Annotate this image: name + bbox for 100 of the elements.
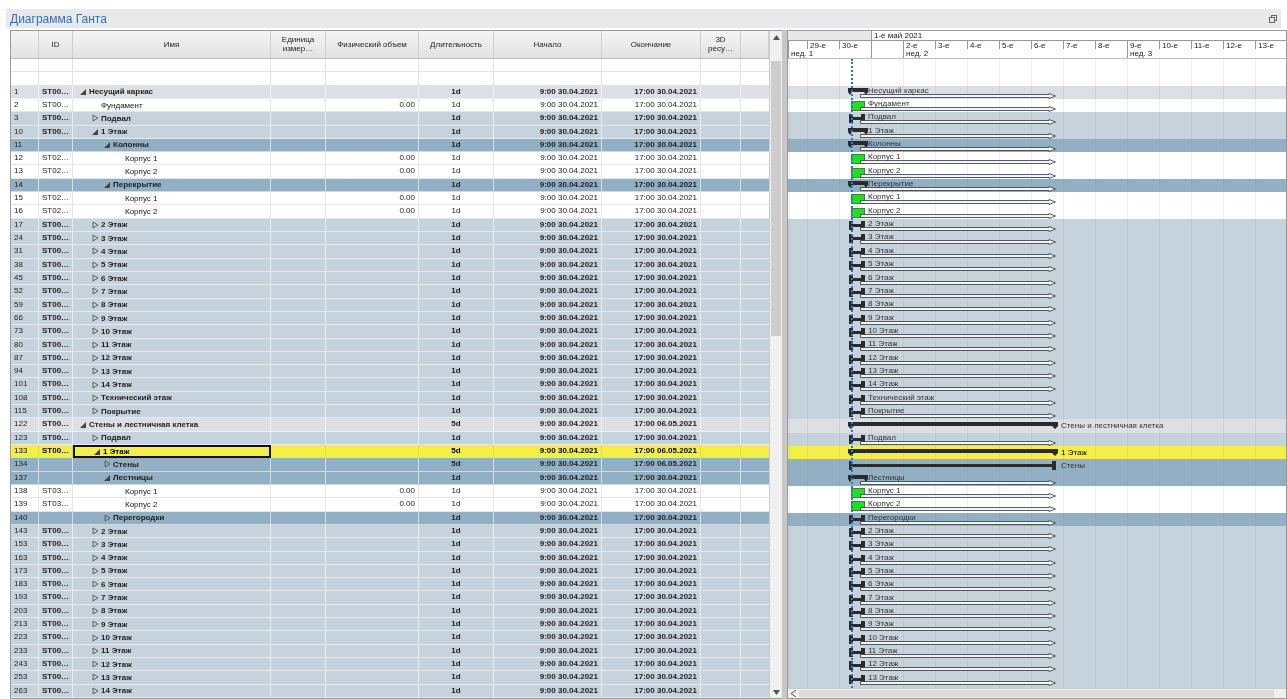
collapsed-triangle-icon[interactable] [91,686,99,695]
table-row[interactable]: 122 ST00… Стены и лестничная клетка 5d 9:00 30.04.2021 17:00 06.05.2021 [11,418,769,432]
collapsed-triangle-icon[interactable] [91,620,99,629]
task-name: 10 Этаж [101,326,132,336]
table-cell: 1d [419,524,494,538]
table-row[interactable]: 94 ST00… 13 Этаж 1d 9:00 30.04.2021 17:00 30.04.2021 [11,365,769,379]
column-header[interactable]: Начало [494,31,602,58]
summary-bar[interactable] [848,181,868,189]
collapsed-triangle-icon[interactable] [91,646,99,655]
table-row[interactable]: 15 ST02… Корпус 1 0.00 1d 9:00 30.04.2021 17:00 30.04.2021 [11,192,769,206]
summary-bar[interactable] [848,422,1058,430]
collapsed-triangle-icon[interactable] [91,540,99,549]
collapsed-triangle-icon[interactable] [91,593,99,602]
bar-label: 13 Этаж [868,365,899,375]
collapsed-triangle-icon[interactable] [91,274,99,283]
name-edit-box[interactable]: 1 Этаж [73,445,271,459]
table-row[interactable]: 3 ST00… Подвал 1d 9:00 30.04.2021 17:00 30.04.2021 [11,112,769,126]
summary-bar[interactable] [848,141,868,149]
collapsed-triangle-icon[interactable] [91,114,99,123]
column-header[interactable]: Окончание [602,31,701,58]
collapsed-triangle-icon[interactable] [91,433,99,442]
table-row[interactable]: 134 Стены 5d 9:00 30.04.2021 17:00 06.05.2021 [11,458,769,472]
summary-bar[interactable] [848,474,868,482]
summary-bar[interactable] [848,448,1058,456]
bar-label: Корпус 2 [868,205,901,215]
scrollbar-thumb[interactable] [771,61,781,336]
table-row[interactable]: 13 ST02… Корпус 2 0.00 1d 9:00 30.04.2021 17:00 30.04.2021 [11,165,769,179]
table-cell: 9:00 30.04.2021 [494,271,602,285]
table-row[interactable]: 223 ST00… 10 Этаж 1d 9:00 30.04.2021 17:00 30.04.2021 [11,631,769,645]
expanded-triangle-icon[interactable] [79,420,87,429]
column-header[interactable]: 3D ресу… [701,31,741,58]
column-header[interactable]: Единица измер… [271,31,326,58]
collapsed-triangle-icon[interactable] [91,606,99,615]
column-header[interactable]: Имя [73,31,271,58]
collapsed-triangle-icon[interactable] [91,566,99,575]
collapsed-triangle-icon[interactable] [103,513,111,522]
bar-label: 5 Этаж [868,566,894,576]
table-row[interactable]: 213 ST00… 9 Этаж 1d 9:00 30.04.2021 17:00 30.04.2021 [11,618,769,632]
task-name: 3 Этаж [101,233,128,243]
table-row[interactable]: 193 ST00… 7 Этаж 1d 9:00 30.04.2021 17:00 30.04.2021 [11,591,769,605]
collapsed-triangle-icon[interactable] [91,234,99,243]
table-row[interactable]: 16 ST02… Корпус 2 0.00 1d 9:00 30.04.2021 17:00 30.04.2021 [11,205,769,219]
table-row[interactable]: 101 ST00… 14 Этаж 1d 9:00 30.04.2021 17:00 30.04.2021 [11,378,769,392]
collapsed-triangle-icon[interactable] [91,633,99,642]
table-row[interactable]: 133 ST00… 1 Этаж 5d 9:00 30.04.2021 17:00 06.05.2021 [11,445,769,459]
expanded-triangle-icon[interactable] [79,87,87,96]
collapsed-triangle-icon[interactable] [91,673,99,682]
collapsed-triangle-icon[interactable] [91,314,99,323]
table-row[interactable]: 24 ST00… 3 Этаж 1d 9:00 30.04.2021 17:00 30.04.2021 [11,232,769,246]
collapsed-triangle-icon[interactable] [91,553,99,562]
table-cell: 17:00 30.04.2021 [602,152,701,165]
collapsed-triangle-icon[interactable] [91,407,99,416]
row-number: 87 [11,351,39,365]
table-row[interactable]: 12 ST02… Корпус 1 0.00 1d 9:00 30.04.2021 17:00 30.04.2021 [11,152,769,166]
row-number: 2 [11,98,39,112]
expanded-triangle-icon[interactable] [103,140,111,149]
bar-label: 7 Этаж [868,285,894,295]
table-row[interactable]: 243 ST00… 12 Этаж 1d 9:00 30.04.2021 17:00 30.04.2021 [11,658,769,672]
row-number: 143 [11,524,39,538]
collapsed-triangle-icon[interactable] [91,300,99,309]
collapsed-triangle-icon[interactable] [91,353,99,362]
collapsed-triangle-icon[interactable] [91,367,99,376]
restore-icon[interactable] [1269,14,1277,23]
collapsed-triangle-icon[interactable] [91,580,99,589]
table-row[interactable]: 253 ST00… 13 Этаж 1d 9:00 30.04.2021 17:00 30.04.2021 [11,671,769,685]
collapsed-triangle-icon[interactable] [91,260,99,269]
summary-bar[interactable] [848,127,868,135]
expanded-triangle-icon[interactable] [93,447,101,456]
bar-label: 4 Этаж [868,552,894,562]
collapsed-triangle-icon[interactable] [91,247,99,256]
collapsed-triangle-icon[interactable] [91,340,99,349]
collapsed-triangle-icon[interactable] [91,220,99,229]
table-cell: 17:00 30.04.2021 [602,405,701,418]
collapsed-triangle-icon[interactable] [91,393,99,402]
column-header[interactable]: Физический объем [326,31,419,58]
expanded-triangle-icon[interactable] [103,180,111,189]
expanded-triangle-icon[interactable] [103,473,111,482]
table-row[interactable]: 115 ST00… Покрытие 1d 9:00 30.04.2021 17:00 30.04.2021 [11,405,769,419]
table-cell: 17:00 30.04.2021 [602,178,701,192]
column-header[interactable]: Длительность [419,31,494,58]
table-cell: 9:00 30.04.2021 [494,351,602,365]
table-row[interactable]: 31 ST00… 4 Этаж 1d 9:00 30.04.2021 17:00 30.04.2021 [11,245,769,259]
group-bar[interactable] [849,461,1056,471]
collapsed-triangle-icon[interactable] [91,327,99,336]
collapsed-triangle-icon[interactable] [91,380,99,389]
expanded-triangle-icon[interactable] [91,127,99,136]
scrollbar-thumb[interactable] [799,690,1274,697]
summary-bar[interactable] [848,87,868,95]
table-cell: 17:00 30.04.2021 [602,351,701,365]
collapsed-triangle-icon[interactable] [91,527,99,536]
table-row[interactable]: 139 ST03… Корпус 2 0.00 1d 9:00 30.04.2021 17:00 30.04.2021 [11,498,769,512]
column-header[interactable]: ID [39,31,73,58]
table-row[interactable]: 153 ST00… 3 Этаж 1d 9:00 30.04.2021 17:00 30.04.2021 [11,538,769,552]
collapsed-triangle-icon[interactable] [91,287,99,296]
collapsed-triangle-icon[interactable] [91,660,99,669]
collapsed-triangle-icon[interactable] [103,460,111,469]
scroll-left-icon[interactable] [791,690,797,697]
table-row[interactable]: 52 ST00… 7 Этаж 1d 9:00 30.04.2021 17:00 30.04.2021 [11,285,769,299]
table-row[interactable]: 73 ST00… 10 Этаж 1d 9:00 30.04.2021 17:00 30.04.2021 [11,325,769,339]
table-row[interactable]: 183 ST00… 6 Этаж 1d 9:00 30.04.2021 17:00 30.04.2021 [11,578,769,592]
